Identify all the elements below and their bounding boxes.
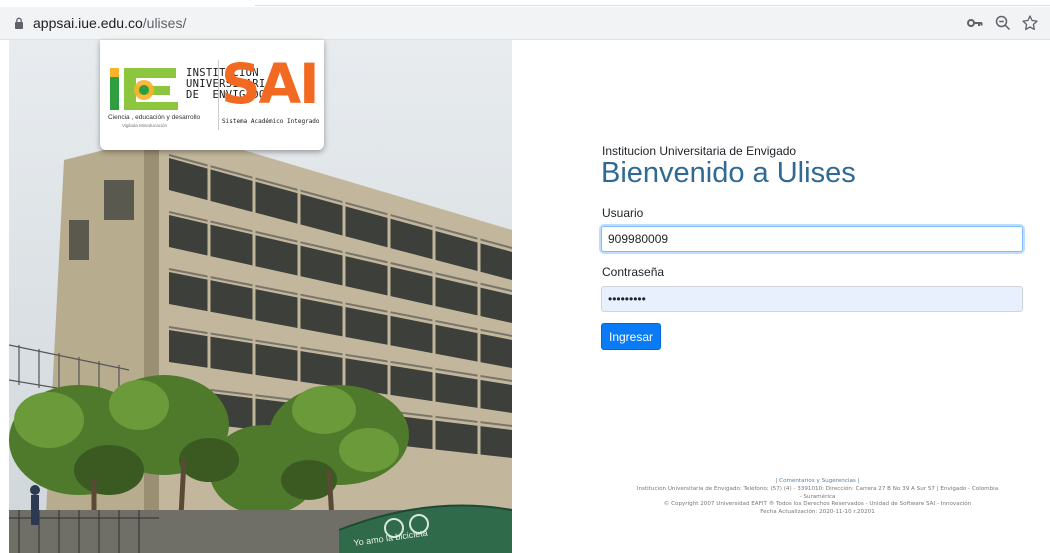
sai-subtitle: Sistema Académico Integrado [222,118,320,125]
key-icon[interactable] [966,14,984,32]
url-host: appsai.iue.edu.co [33,15,143,31]
sai-logo: SAI [221,52,320,116]
footer-address: Institucion Universitaria de Envigado: T… [636,485,999,492]
iue-logo [110,68,178,110]
user-input[interactable] [601,226,1023,252]
footer-updated: Fecha Actualización: 2020-11-10 r.20201 [760,509,875,516]
iue-slogan: Ciencia , educación y desarrollo [108,114,201,121]
password-label: Contraseña [602,265,665,279]
lock-icon[interactable] [14,17,24,29]
zoom-icon[interactable] [994,14,1012,32]
logo-card: INSTITUCIÓN UNIVERSITARIA DE ENVIGADO Ci… [100,40,324,150]
browser-tab-strip [0,0,1050,7]
url-path: /ulises/ [142,15,187,31]
url-text[interactable]: appsai.iue.edu.co/ulises/ [33,15,186,31]
footer: | Comentarios y Sugerencias | Institucio… [590,478,1045,517]
bookmark-star-icon[interactable] [1021,14,1039,32]
logo-divider [218,60,219,130]
password-input[interactable] [601,286,1023,312]
institution-name: Institucion Universitaria de Envigado [602,144,797,158]
iue-vigilada: Vigilada Mineducación [122,123,167,128]
page-title: Bienvenido a Ulises [601,157,856,189]
tab-divider [255,5,1050,6]
user-label: Usuario [602,206,644,220]
feedback-link[interactable]: | Comentarios y Sugerencias | [776,478,860,484]
address-bar[interactable]: appsai.iue.edu.co/ulises/ [0,7,1050,40]
login-button[interactable]: Ingresar [601,323,661,350]
